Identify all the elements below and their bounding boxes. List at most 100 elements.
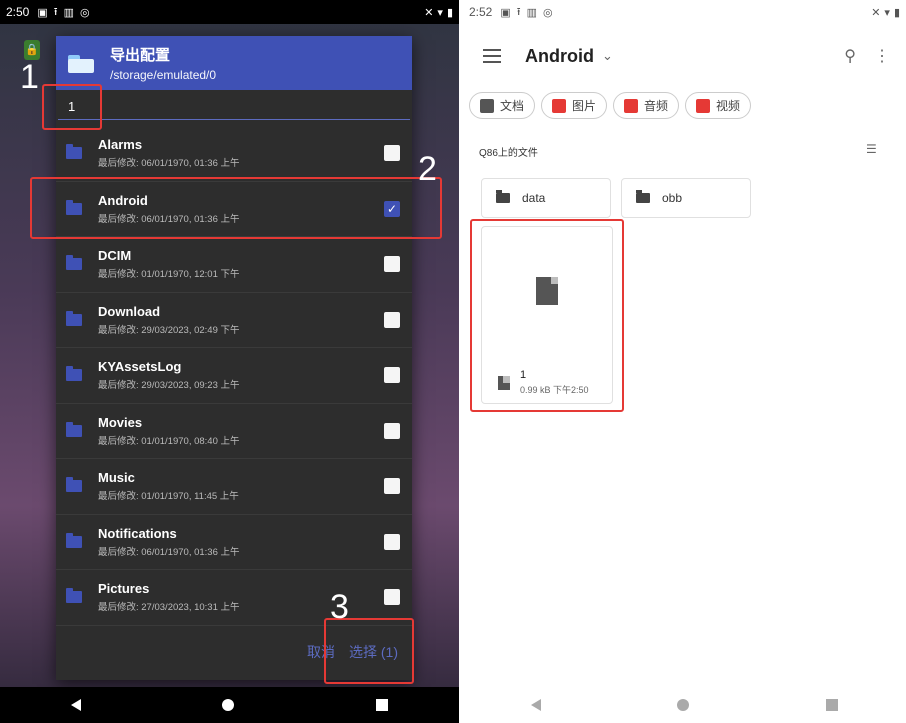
folder-label: data	[522, 191, 546, 205]
nav-bar	[463, 687, 906, 723]
folder-name: Music	[98, 470, 135, 486]
upload-icon: ⭱	[53, 5, 58, 18]
upload-icon: ⭱	[516, 5, 521, 18]
battery-icon: ▮	[446, 6, 453, 19]
battery-icon: ▮	[893, 6, 900, 19]
type-filter-chips: 文档 图片 音频 视频	[469, 92, 752, 119]
list-view-icon[interactable]: ☰	[866, 142, 880, 156]
right-screenshot: 2:52 ▣ ⭱ ▥ ◎ ✕ ▾ ▮ Android ⌄ ⚲ ⋮ 文档 图片 音频 视…	[463, 0, 906, 723]
annotation-box-2	[30, 177, 442, 239]
filter-chip[interactable]: 文档	[469, 92, 536, 119]
menu-icon[interactable]	[483, 45, 501, 67]
filter-chip[interactable]: 音频	[613, 92, 680, 119]
folder-name: Notifications	[98, 525, 177, 541]
checkbox[interactable]	[384, 422, 400, 439]
dialog-header: 导出配置 /storage/emulated/0	[56, 36, 412, 90]
back-icon[interactable]	[70, 699, 81, 711]
filter-chip[interactable]: 视频	[685, 92, 752, 119]
folder-row[interactable]: Download 最后修改: 29/03/2023, 02:49 下午	[56, 293, 412, 348]
status-right-icons: ✕ ▾ ▮	[871, 6, 900, 19]
barcode-icon: ▥	[526, 6, 538, 19]
folder-title[interactable]: Android	[525, 46, 594, 67]
mute-icon: ✕	[424, 6, 434, 19]
wifi-icon: ▾	[437, 6, 443, 19]
export-dialog: 导出配置 /storage/emulated/0 Alarms 最后修改: 06/…	[56, 36, 412, 680]
folder-icon	[66, 366, 82, 382]
folder-tile-obb[interactable]: obb	[621, 178, 751, 218]
chip-icon	[480, 98, 494, 113]
chip-icon	[552, 98, 567, 113]
notification-icon: ▣	[37, 6, 48, 19]
search-icon[interactable]: ⚲	[844, 46, 856, 66]
status-bar: 2:52 ▣ ⭱ ▥ ◎ ✕ ▾ ▮	[463, 0, 906, 24]
recents-icon[interactable]	[825, 699, 838, 711]
checkbox[interactable]	[384, 256, 400, 273]
folder-icon	[66, 588, 82, 604]
folder-icon	[496, 190, 510, 203]
folder-row[interactable]: DCIM 最后修改: 01/01/1970, 12:01 下午	[56, 237, 412, 293]
chip-icon	[624, 98, 639, 113]
folder-modified: 最后修改: 01/01/1970, 08:40 上午	[98, 435, 240, 447]
status-right-icons: ✕ ▾ ▮	[424, 6, 453, 19]
folder-icon	[636, 190, 650, 203]
folder-modified: 最后修改: 06/01/1970, 01:36 上午	[98, 546, 240, 558]
checkbox[interactable]	[384, 533, 400, 550]
nav-bar	[0, 687, 459, 723]
folder-name: DCIM	[98, 248, 132, 264]
folder-modified: 最后修改: 29/03/2023, 02:49 下午	[98, 324, 240, 336]
folder-open-icon	[68, 53, 96, 73]
folder-row[interactable]: Alarms 最后修改: 06/01/1970, 01:36 上午	[56, 126, 412, 182]
barcode-icon: ▥	[63, 6, 75, 19]
hotspot-icon: ◎	[543, 6, 553, 19]
filename-input[interactable]	[58, 94, 410, 120]
chip-icon	[696, 98, 711, 113]
checkbox[interactable]	[384, 145, 400, 162]
folder-icon	[66, 421, 82, 437]
folder-row[interactable]: Music 最后修改: 01/01/1970, 11:45 上午	[56, 459, 412, 515]
recents-icon[interactable]	[376, 699, 389, 711]
checkbox[interactable]	[384, 478, 400, 495]
folder-row[interactable]: KYAssetsLog 最后修改: 29/03/2023, 09:23 上午	[56, 348, 412, 404]
folder-icon	[66, 310, 82, 326]
folder-modified: 最后修改: 29/03/2023, 09:23 上午	[98, 380, 240, 392]
folder-name: Movies	[98, 414, 143, 430]
folder-icon	[66, 144, 82, 160]
mute-icon: ✕	[871, 6, 881, 19]
filter-chip[interactable]: 图片	[541, 92, 608, 119]
home-icon[interactable]	[222, 699, 235, 711]
folder-label: obb	[662, 191, 683, 205]
folder-icon	[66, 477, 82, 493]
wifi-icon: ▾	[884, 6, 890, 19]
more-vert-icon[interactable]: ⋮	[874, 46, 890, 66]
folder-icon	[66, 532, 82, 548]
folder-row[interactable]: Notifications 最后修改: 06/01/1970, 01:36 上午	[56, 515, 412, 570]
lock-icon: 🔒	[24, 40, 40, 60]
hotspot-icon: ◎	[80, 6, 90, 19]
dialog-path: /storage/emulated/0	[110, 68, 217, 82]
back-icon[interactable]	[531, 699, 542, 711]
annotation-box-1	[42, 84, 102, 130]
dialog-title: 导出配置	[110, 47, 171, 64]
folder-name: KYAssetsLog	[98, 359, 182, 375]
callout-1: 1	[20, 58, 39, 96]
callout-3: 3	[330, 588, 349, 626]
callout-2: 2	[418, 150, 437, 188]
chevron-down-icon[interactable]: ⌄	[602, 48, 613, 64]
notification-icon: ▣	[500, 6, 511, 19]
folder-tile-data[interactable]: data	[481, 178, 611, 218]
annotation-box-file	[470, 219, 624, 412]
checkbox[interactable]	[384, 589, 400, 606]
annotation-box-3	[324, 618, 414, 684]
status-time: 2:52	[469, 5, 493, 19]
home-icon[interactable]	[677, 699, 690, 711]
checkbox[interactable]	[384, 311, 400, 328]
chip-label: 音频	[644, 99, 669, 113]
folder-name: Alarms	[98, 137, 143, 153]
checkbox[interactable]	[384, 367, 400, 384]
left-screenshot: 2:50 ▣ ⭱ ▥ ◎ ✕ ▾ ▮ 🔒 导出配置 /storage/emula…	[0, 0, 459, 723]
status-bar: 2:50 ▣ ⭱ ▥ ◎ ✕ ▾ ▮	[0, 0, 459, 24]
chip-label: 视频	[716, 99, 741, 113]
folder-modified: 最后修改: 01/01/1970, 11:45 上午	[98, 491, 239, 503]
app-bar: Android ⌄ ⚲ ⋮	[463, 32, 906, 80]
folder-row[interactable]: Movies 最后修改: 01/01/1970, 08:40 上午	[56, 404, 412, 459]
